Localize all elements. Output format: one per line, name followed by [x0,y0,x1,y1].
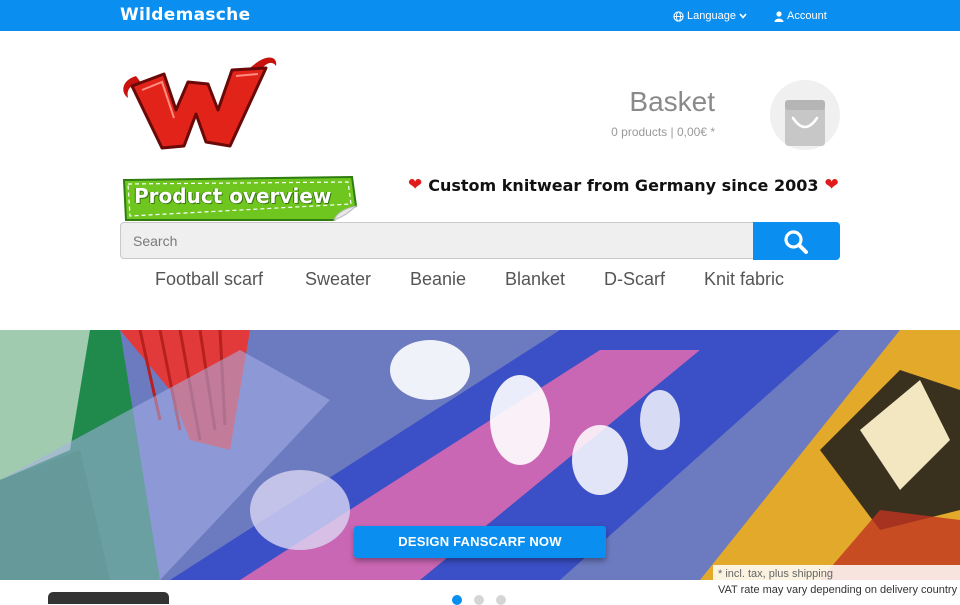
heart-icon: ❤ [824,175,839,195]
top-bar: Wildemasche Language Account [0,0,960,31]
carousel-dot[interactable] [452,595,462,605]
vat-notice: * incl. tax, plus shipping VAT rate may … [713,565,960,599]
language-label: Language [687,10,736,22]
bag-icon [785,100,825,146]
heart-icon: ❤ [408,175,423,195]
user-icon [774,10,784,22]
basket-button[interactable] [770,80,840,150]
globe-icon [673,10,684,22]
nav-knit-fabric[interactable]: Knit fabric [704,269,784,290]
chevron-down-icon [739,13,747,19]
product-overview-badge[interactable]: Product overview [134,184,331,208]
cookie-tab[interactable] [48,592,169,604]
tagline: ❤ Custom knitwear from Germany since 200… [408,175,839,195]
logo[interactable] [118,48,278,154]
vat-line-1: * incl. tax, plus shipping [718,568,833,580]
nav-beanie[interactable]: Beanie [410,269,466,290]
search-button[interactable] [753,222,840,260]
language-menu[interactable]: Language [673,10,747,22]
brand-wordmark[interactable]: Wildemasche [120,5,250,25]
search-input[interactable] [120,222,754,259]
tagline-text: Custom knitwear from Germany since 2003 [428,175,819,195]
nav-football-scarf[interactable]: Football scarf [155,269,263,290]
basket-summary: 0 products | 0,00€ * [611,125,715,139]
carousel-dot[interactable] [496,595,506,605]
nav-d-scarf[interactable]: D-Scarf [604,269,665,290]
basket-title[interactable]: Basket [540,86,715,118]
account-label: Account [787,10,827,22]
nav-blanket[interactable]: Blanket [505,269,565,290]
carousel-dot[interactable] [474,595,484,605]
vat-line-2: VAT rate may vary depending on delivery … [718,584,958,596]
design-fanscarf-button[interactable]: DESIGN FANSCARF NOW [354,526,606,558]
account-link[interactable]: Account [774,10,827,22]
search-icon [784,230,808,254]
nav-sweater[interactable]: Sweater [305,269,371,290]
carousel-dots [452,595,506,605]
